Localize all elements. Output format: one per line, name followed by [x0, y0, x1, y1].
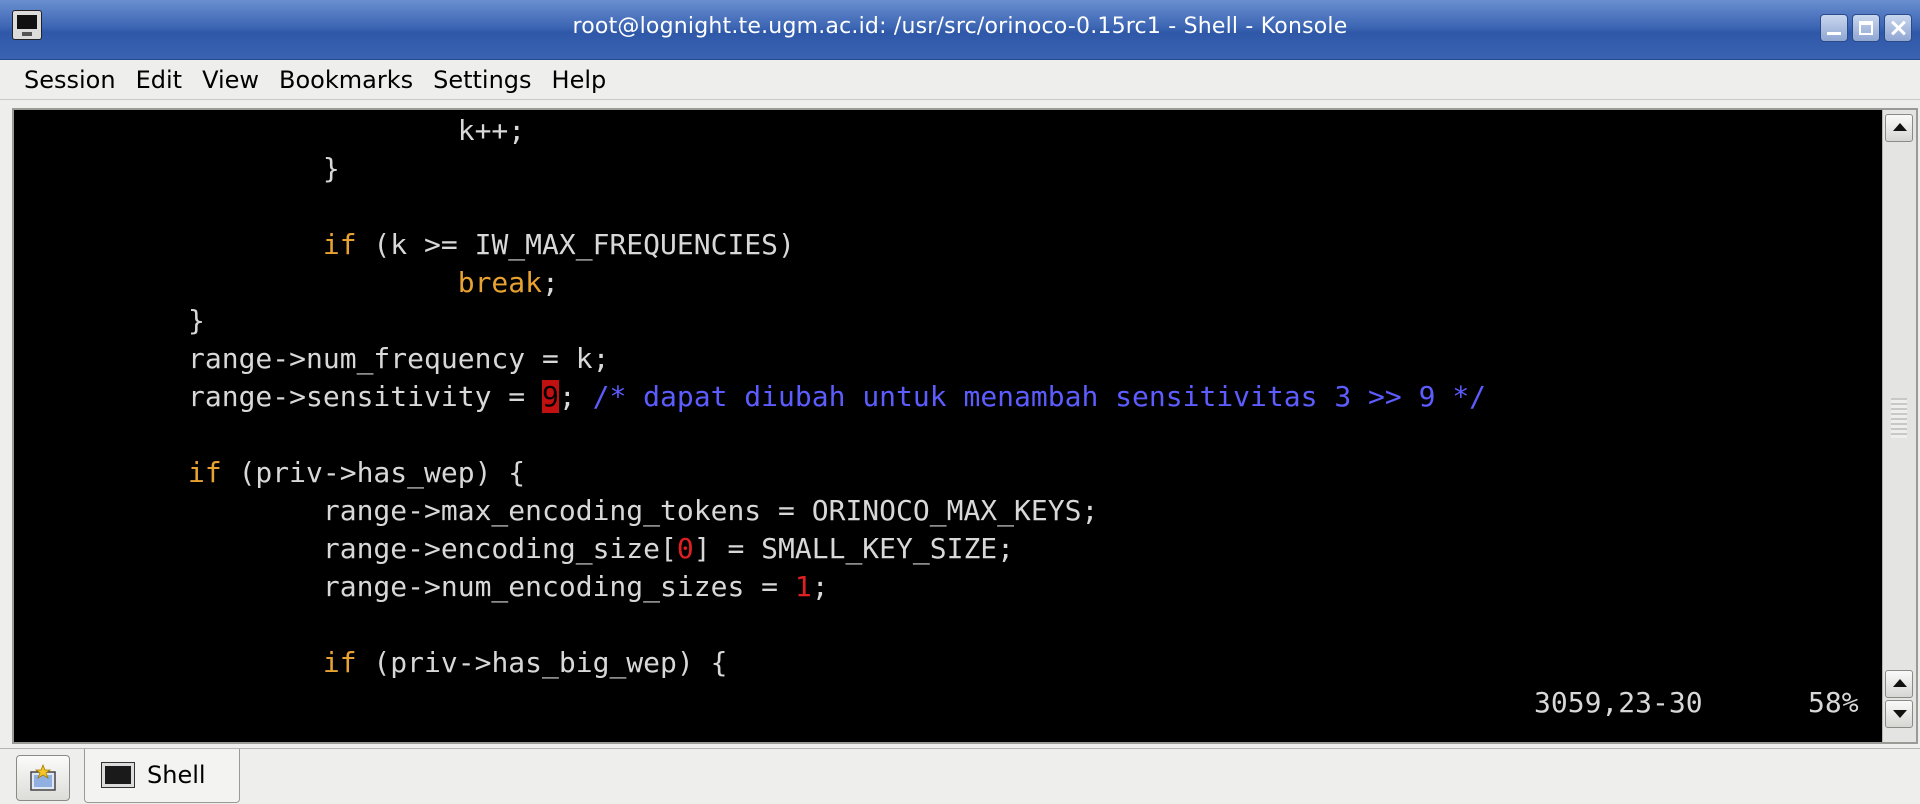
code-line: }	[322, 152, 340, 185]
window-title: root@lognight.te.ugm.ac.id: /usr/src/ori…	[572, 14, 1348, 39]
scroll-up-icon[interactable]	[1885, 670, 1913, 698]
session-tab-bar: Shell	[0, 748, 1920, 804]
code-line: range->num_frequency = k;	[188, 342, 610, 375]
scroll-up-icon[interactable]	[1885, 114, 1913, 142]
cursor-position: 3059,23-30	[1534, 686, 1703, 719]
code-line: break;	[457, 266, 559, 299]
menu-settings[interactable]: Settings	[423, 66, 541, 94]
code-line: if (priv->has_wep) {	[188, 456, 526, 489]
text-cursor: 9	[542, 380, 559, 413]
scroll-percent: 58%	[1808, 686, 1859, 719]
terminal-frame: k++; } if (k >= IW_MAX_FREQUENCIES) brea…	[12, 108, 1918, 744]
code-line: if (k >= IW_MAX_FREQUENCIES)	[322, 228, 795, 261]
menu-help[interactable]: Help	[542, 66, 617, 94]
code-comment: /* dapat diubah untuk menambah sensitivi…	[592, 380, 1487, 413]
code-line: }	[188, 304, 205, 337]
code-line: range->encoding_size[0] = SMALL_KEY_SIZE…	[322, 532, 1015, 565]
tab-label: Shell	[147, 761, 206, 789]
keyword: break	[457, 266, 543, 299]
code-line: if (priv->has_big_wep) {	[322, 646, 728, 679]
close-icon[interactable]	[1884, 14, 1912, 42]
menu-bookmarks[interactable]: Bookmarks	[269, 66, 423, 94]
new-session-button[interactable]	[16, 755, 70, 801]
keyword: if	[322, 646, 357, 679]
vertical-scrollbar[interactable]	[1882, 110, 1916, 742]
new-session-icon	[30, 764, 56, 791]
code-line: k++;	[457, 114, 526, 147]
scrollbar-handle[interactable]	[1891, 398, 1907, 438]
menu-session[interactable]: Session	[14, 66, 126, 94]
code-line: range->sensitivity = 9; /* dapat diubah …	[188, 380, 1487, 413]
code-line: range->max_encoding_tokens = ORINOCO_MAX…	[322, 494, 1099, 527]
number-literal: 0	[676, 532, 694, 565]
terminal-area[interactable]: k++; } if (k >= IW_MAX_FREQUENCIES) brea…	[14, 110, 1882, 742]
code-line: range->num_encoding_sizes = 1;	[322, 570, 829, 603]
window-controls	[1820, 14, 1912, 42]
tab-shell[interactable]: Shell	[84, 749, 240, 803]
number-literal: 1	[794, 570, 812, 603]
menu-edit[interactable]: Edit	[126, 66, 192, 94]
scroll-down-icon[interactable]	[1885, 700, 1913, 728]
menu-bar: Session Edit View Bookmarks Settings Hel…	[0, 60, 1920, 100]
terminal-icon	[101, 762, 135, 788]
maximize-icon[interactable]	[1852, 14, 1880, 42]
minimize-icon[interactable]	[1820, 14, 1848, 42]
title-bar[interactable]: root@lognight.te.ugm.ac.id: /usr/src/ori…	[0, 0, 1920, 60]
keyword: if	[188, 456, 222, 489]
menu-view[interactable]: View	[192, 66, 269, 94]
keyword: if	[322, 228, 357, 261]
